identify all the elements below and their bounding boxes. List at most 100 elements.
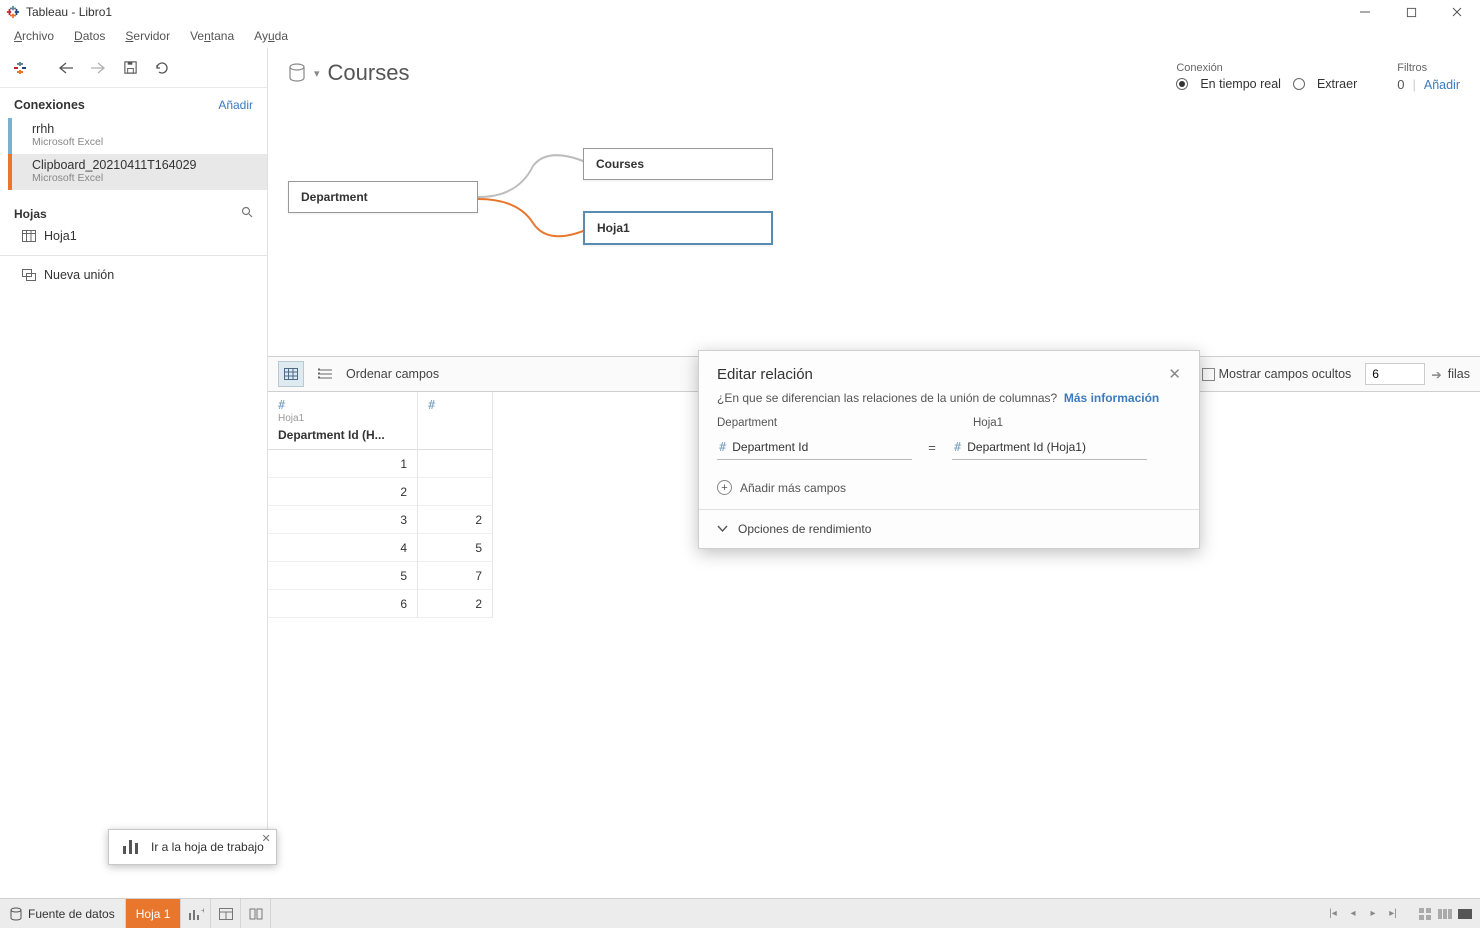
svg-text:+: + bbox=[201, 907, 204, 915]
radio-live-label: En tiempo real bbox=[1200, 77, 1281, 91]
dialog-title: Editar relación bbox=[717, 366, 813, 383]
new-dashboard-button[interactable] bbox=[211, 899, 241, 928]
cell: 2 bbox=[418, 590, 492, 618]
dialog-question: ¿En que se diferencian las relaciones de… bbox=[717, 391, 1057, 405]
nav-first-icon[interactable]: |◂ bbox=[1324, 905, 1342, 923]
left-toolbar bbox=[0, 48, 267, 88]
connection-rrhh[interactable]: rrhh Microsoft Excel bbox=[8, 118, 267, 154]
filtros-label: Filtros bbox=[1397, 62, 1460, 74]
close-button[interactable] bbox=[1434, 0, 1480, 24]
sort-fields-label[interactable]: Ordenar campos bbox=[346, 367, 439, 381]
datasource-name[interactable]: Courses bbox=[328, 60, 410, 86]
cell: 3 bbox=[268, 506, 417, 534]
radio-extract-label: Extraer bbox=[1317, 77, 1357, 91]
table-department[interactable]: Department bbox=[288, 181, 478, 213]
connection-clipboard[interactable]: Clipboard_20210411T164029 Microsoft Exce… bbox=[8, 154, 267, 190]
list-view-button[interactable] bbox=[312, 361, 338, 387]
right-pane: ▾ Courses Conexión En tiempo real Extrae… bbox=[268, 48, 1480, 848]
maximize-button[interactable] bbox=[1388, 0, 1434, 24]
left-field-select[interactable]: #Department Id bbox=[717, 435, 912, 460]
connection-type: Microsoft Excel bbox=[32, 172, 253, 184]
menu-ventana[interactable]: Ventana bbox=[182, 27, 242, 45]
column-header[interactable]: # Hoja1 Department Id (H... bbox=[268, 392, 417, 450]
go-to-worksheet-tooltip: ✕ Ir a la hoja de trabajo bbox=[108, 829, 277, 865]
grid-view-button[interactable] bbox=[278, 361, 304, 387]
filtros-count: 0 bbox=[1397, 77, 1404, 92]
cell: 5 bbox=[418, 534, 492, 562]
datasource-icon bbox=[10, 907, 22, 921]
relationship-canvas[interactable]: Department Courses Hoja1 bbox=[268, 96, 1480, 356]
table-icon bbox=[22, 230, 36, 242]
cell: 7 bbox=[418, 562, 492, 590]
tooltip-text: Ir a la hoja de trabajo bbox=[151, 840, 264, 854]
database-icon bbox=[288, 63, 306, 83]
show-hidden-checkbox[interactable]: Mostrar campos ocultos bbox=[1202, 367, 1351, 381]
add-more-fields-button[interactable]: + Añadir más campos bbox=[699, 470, 1199, 509]
tab-data-source[interactable]: Fuente de datos bbox=[0, 899, 126, 928]
connection-name: Clipboard_20210411T164029 bbox=[32, 158, 253, 172]
tableau-mini-icon[interactable] bbox=[6, 54, 34, 82]
cell: 2 bbox=[418, 506, 492, 534]
performance-options-toggle[interactable]: Opciones de rendimiento bbox=[699, 509, 1199, 548]
left-pane: Conexiones Añadir rrhh Microsoft Excel C… bbox=[0, 48, 268, 848]
right-field-select[interactable]: #Department Id (Hoja1) bbox=[952, 435, 1147, 460]
radio-live[interactable] bbox=[1176, 78, 1188, 90]
union-icon bbox=[22, 269, 36, 281]
tab-hoja1[interactable]: Hoja 1 bbox=[126, 899, 182, 928]
view-filmstrip-icon[interactable] bbox=[1436, 905, 1454, 923]
menu-servidor[interactable]: Servidor bbox=[117, 27, 178, 45]
titlebar: Tableau - Libro1 bbox=[0, 0, 1480, 24]
dialog-close-button[interactable]: ✕ bbox=[1168, 365, 1181, 383]
edit-relationship-dialog: Editar relación ✕ ¿En que se diferencian… bbox=[698, 350, 1200, 549]
new-worksheet-button[interactable]: + bbox=[181, 899, 211, 928]
radio-extract[interactable] bbox=[1293, 78, 1305, 90]
connection-type: Microsoft Excel bbox=[32, 136, 253, 148]
refresh-button[interactable] bbox=[148, 54, 176, 82]
cell bbox=[418, 450, 492, 478]
conexiones-label: Conexiones bbox=[14, 98, 85, 112]
cell: 6 bbox=[268, 590, 417, 618]
new-story-button[interactable] bbox=[241, 899, 271, 928]
conexion-label: Conexión bbox=[1176, 62, 1357, 74]
minimize-button[interactable] bbox=[1342, 0, 1388, 24]
view-tabs-icon[interactable] bbox=[1456, 905, 1474, 923]
sheet-hoja1[interactable]: Hoja1 bbox=[0, 225, 267, 247]
cell: 2 bbox=[268, 478, 417, 506]
tableau-logo-icon bbox=[6, 5, 20, 19]
left-table-label: Department bbox=[717, 417, 917, 429]
nav-prev-icon[interactable]: ◂ bbox=[1344, 905, 1362, 923]
back-button[interactable] bbox=[52, 54, 80, 82]
column-header[interactable]: # bbox=[418, 392, 492, 450]
cell: 4 bbox=[268, 534, 417, 562]
more-info-link[interactable]: Más información bbox=[1064, 391, 1159, 405]
cell bbox=[418, 478, 492, 506]
hojas-label: Hojas bbox=[14, 207, 47, 221]
row-count-input[interactable] bbox=[1365, 363, 1425, 385]
operator-equals[interactable]: = bbox=[924, 440, 940, 455]
menu-datos[interactable]: Datos bbox=[66, 27, 113, 45]
bar-chart-icon bbox=[121, 838, 141, 856]
search-sheets-icon[interactable] bbox=[241, 206, 253, 221]
filtros-add-link[interactable]: Añadir bbox=[1424, 78, 1460, 92]
add-connection-link[interactable]: Añadir bbox=[218, 98, 253, 112]
table-hoja1[interactable]: Hoja1 bbox=[583, 211, 773, 245]
menu-archivo[interactable]: Archivo bbox=[6, 27, 62, 45]
filas-label: filas bbox=[1448, 367, 1470, 381]
cell: 1 bbox=[268, 450, 417, 478]
menubar: Archivo Datos Servidor Ventana Ayuda bbox=[0, 24, 1480, 48]
table-courses[interactable]: Courses bbox=[583, 148, 773, 180]
view-grid-icon[interactable] bbox=[1416, 905, 1434, 923]
chevron-down-icon bbox=[717, 525, 728, 533]
window-title: Tableau - Libro1 bbox=[26, 5, 112, 19]
nav-last-icon[interactable]: ▸| bbox=[1384, 905, 1402, 923]
forward-button[interactable] bbox=[84, 54, 112, 82]
sheet-item-label: Hoja1 bbox=[44, 229, 77, 243]
save-button[interactable] bbox=[116, 54, 144, 82]
right-table-label: Hoja1 bbox=[973, 417, 1173, 429]
tooltip-close-icon[interactable]: ✕ bbox=[262, 832, 271, 845]
nav-next-icon[interactable]: ▸ bbox=[1364, 905, 1382, 923]
new-union-item[interactable]: Nueva unión bbox=[0, 264, 267, 286]
plus-icon: + bbox=[717, 480, 732, 495]
menu-ayuda[interactable]: Ayuda bbox=[246, 27, 296, 45]
cell: 5 bbox=[268, 562, 417, 590]
